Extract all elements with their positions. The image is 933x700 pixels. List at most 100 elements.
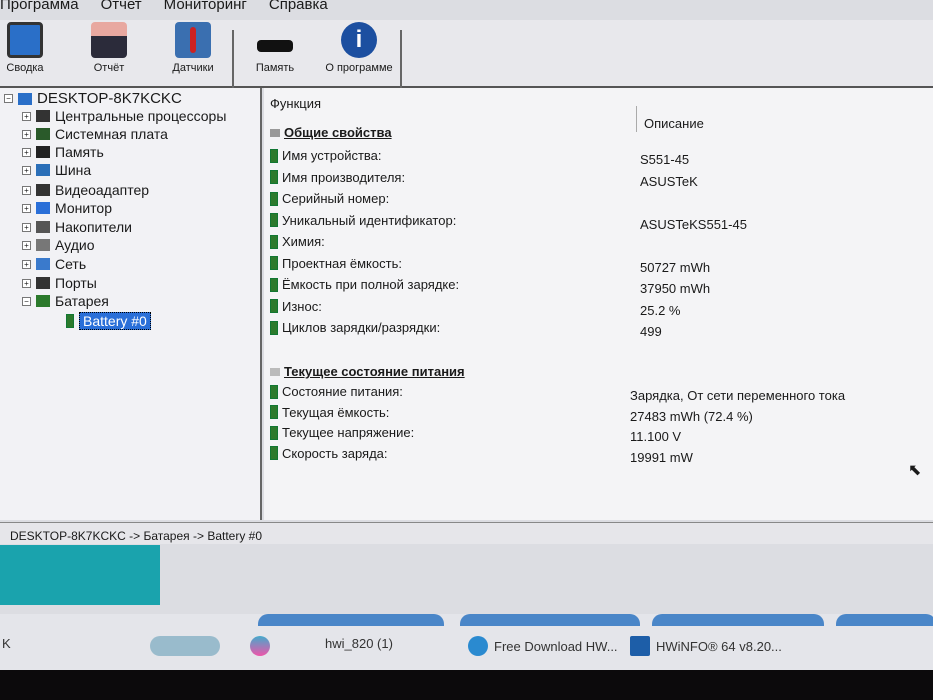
device-icon [36,128,50,140]
taskbar: K hwi_820 (1) Free Download HW... HWiNFO… [0,614,933,670]
property-row[interactable]: Проектная ёмкость: [270,256,402,271]
property-row[interactable]: Имя устройства: [270,148,382,163]
tree-item[interactable]: + Порты [22,275,97,291]
tree-item[interactable]: + Аудио [22,237,95,253]
battery-icon [270,320,278,335]
battery-icon [270,170,278,184]
device-icon [36,258,50,270]
property-row[interactable]: Ёмкость при полной зарядке: [270,277,459,292]
property-value: ASUSTeKS551-45 [640,216,747,232]
tree-item[interactable]: + Накопители [22,219,132,235]
memory-icon [257,40,293,52]
about-button[interactable]: iО программе [320,22,398,74]
expand-icon[interactable]: + [22,147,31,157]
battery-icon [270,256,278,270]
expand-icon[interactable]: + [22,240,31,250]
property-value: 499 [640,324,662,339]
tree-item[interactable]: − Батарея [22,293,109,309]
monitor-icon [7,22,43,58]
section-power: Текущее состояние питания [270,364,465,379]
property-value: 50727 mWh [640,259,711,275]
tree-item[interactable]: + Сеть [22,256,86,272]
copilot-icon[interactable] [250,636,270,656]
menu-help[interactable]: Справка [269,0,328,18]
status-bar: DESKTOP-8K7KCKC -> Батарея -> Battery #0 [0,522,933,544]
toolbar-separator [232,30,234,88]
property-value: 25.2 % [640,302,681,318]
widgets-icon[interactable] [150,636,220,656]
battery-icon [270,191,278,206]
battery-icon [270,299,278,313]
hwinfo-icon [630,636,650,656]
property-row[interactable]: Текущая ёмкость: [270,405,389,420]
property-row[interactable]: Серийный номер: [270,191,389,206]
property-row[interactable]: Состояние питания: [270,384,403,399]
battery-icon [270,234,278,249]
expand-icon[interactable]: + [22,222,31,232]
tree-item[interactable]: + Монитор [22,200,112,216]
thermometer-icon [175,22,211,58]
expand-icon[interactable]: + [22,165,31,175]
menu-monitoring[interactable]: Мониторинг [164,0,247,18]
tree-item[interactable]: + Системная плата [22,126,168,142]
property-row[interactable]: Химия: [270,234,325,249]
expand-icon[interactable]: + [22,278,31,288]
tree-item[interactable]: + Видеоадаптер [22,182,149,198]
device-icon [36,110,50,122]
property-row[interactable]: Текущее напряжение: [270,425,414,440]
property-value: 11.100 V [630,429,682,444]
property-row[interactable]: Имя производителя: [270,170,405,185]
battery-icon [270,148,278,163]
expand-icon[interactable]: + [22,185,31,195]
memory-button[interactable]: Память [240,22,310,74]
toolbar-separator [400,30,402,88]
battery-icon [270,213,278,227]
expand-icon[interactable]: + [22,259,31,269]
mouse-cursor-icon: ⬉ [908,462,922,479]
tree-root[interactable]: − DESKTOP-8K7KCKC [4,90,182,107]
taskbar-item-hwinfo[interactable]: HWiNFO® 64 v8.20... [630,636,782,656]
details-panel: Функция Описание Общие свойства Имя устр… [264,88,933,520]
sensors-button[interactable]: Датчики [158,22,228,74]
column-function[interactable]: Функция [270,96,321,111]
property-value: 27483 mWh (72.4 %) [630,408,753,424]
menu-bar: Программа Отчет Мониторинг Справка [0,0,328,18]
device-icon [36,277,50,289]
expand-icon[interactable]: + [22,129,31,139]
taskbar-item-hwi[interactable]: hwi_820 (1) [325,636,393,651]
section-general: Общие свойства [270,125,392,140]
battery-icon [270,405,278,419]
summary-button[interactable]: Сводка [0,22,60,74]
property-row[interactable]: Уникальный идентификатор: [270,213,456,228]
menu-report[interactable]: Отчет [101,0,142,18]
column-description[interactable]: Описание [644,116,704,131]
floppy-icon [91,22,127,58]
battery-icon [270,384,278,399]
tree-item-battery-0[interactable]: Battery #0 [66,312,151,330]
expand-icon[interactable]: + [22,111,31,121]
toolbar: Сводка Отчёт Датчики Память iО программе [0,20,933,88]
device-tree: − DESKTOP-8K7KCKC + Центральные процессоры… [0,88,262,520]
property-value: 37950 mWh [640,281,711,296]
tree-item[interactable]: + Память [22,144,104,160]
device-icon [36,239,50,251]
tree-item[interactable]: + Шина [22,162,91,178]
device-icon [36,221,50,233]
menu-program[interactable]: Программа [0,0,79,18]
taskbar-item-edge[interactable]: Free Download HW... [468,636,618,656]
property-row[interactable]: Скорость заряда: [270,446,388,461]
edge-icon [468,636,488,656]
expand-icon[interactable]: + [22,203,31,213]
expand-icon[interactable]: − [22,296,31,306]
info-icon: i [341,22,377,58]
property-row[interactable]: Циклов зарядки/разрядки: [270,320,440,335]
property-value: 19991 mW [630,449,693,465]
tree-item[interactable]: + Центральные процессоры [22,108,226,124]
property-value: Зарядка, От сети переменного тока [630,388,846,403]
report-button[interactable]: Отчёт [74,22,144,74]
screen: Программа Отчет Мониторинг Справка Сводк… [0,0,933,670]
battery-icon [270,425,278,440]
desktop-background [0,545,160,605]
property-row[interactable]: Износ: [270,299,322,314]
device-icon [36,146,50,158]
